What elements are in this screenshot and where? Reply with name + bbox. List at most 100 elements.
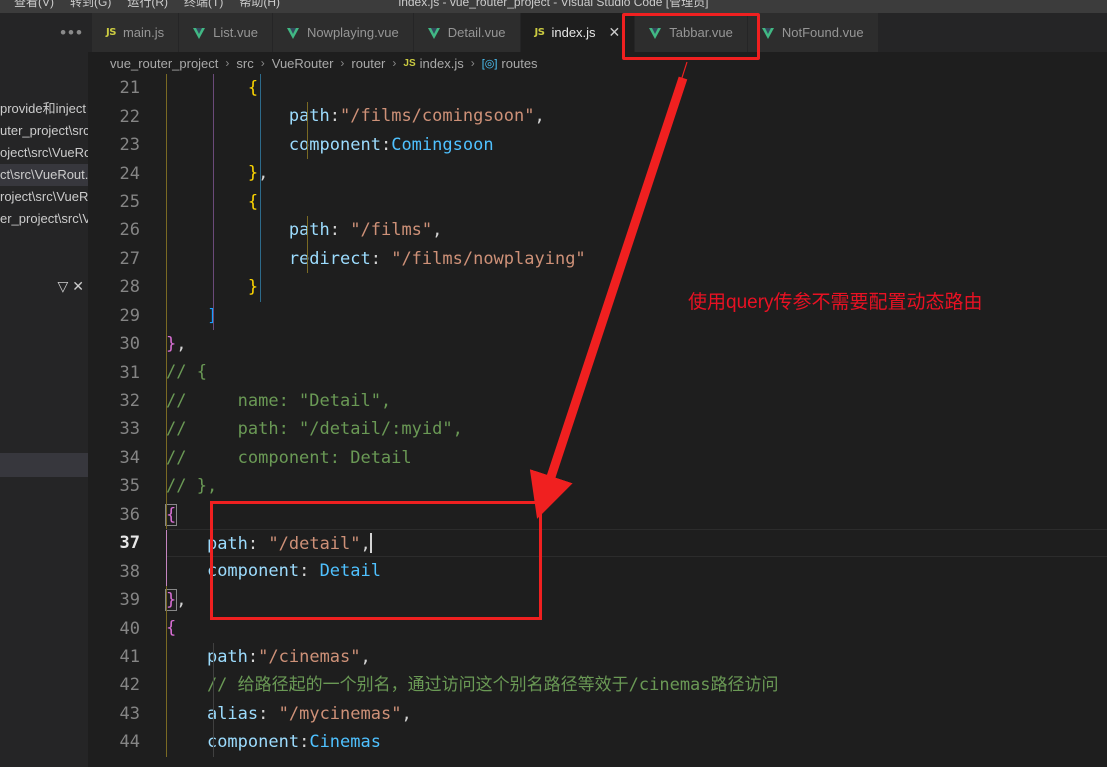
line-content[interactable]: component:Cinemas [166, 728, 1107, 757]
line-content[interactable]: // { [166, 358, 1107, 387]
tab-notfound-vue[interactable]: NotFound.vue [747, 13, 879, 52]
line-content[interactable]: }, [166, 159, 1107, 188]
code-line[interactable]: 24 }, [92, 159, 1107, 188]
code-line[interactable]: 28 } [92, 273, 1107, 302]
filter-icon[interactable]: ▽ [57, 279, 68, 293]
line-content[interactable]: { [166, 74, 1107, 103]
list-item[interactable]: roject\src\VueR... [0, 186, 92, 208]
breadcrumb-item-index-js[interactable]: index.js [420, 56, 464, 71]
code-line[interactable]: 31 // { [92, 358, 1107, 387]
line-content[interactable]: { [166, 614, 1107, 643]
code-line[interactable]: 21 { [92, 74, 1107, 103]
breadcrumb-item-routes[interactable]: routes [501, 56, 537, 71]
line-content[interactable]: // name: "Detail", [166, 386, 1107, 416]
list-item-selected[interactable]: ct\src\VueRout... [0, 164, 92, 186]
line-content[interactable]: // path: "/detail/:myid", [166, 415, 1107, 444]
breadcrumb-item-vuerouter[interactable]: VueRouter [272, 56, 334, 71]
menu-item-view[interactable]: 查看(V) [6, 0, 62, 13]
code-line[interactable]: 42 // 给路径起的一个别名，通过访问这个别名路径等效于/cinemas路径访… [92, 671, 1107, 700]
line-content[interactable]: { [166, 187, 1107, 217]
code-line[interactable]: 29 ] [92, 301, 1107, 330]
code-line[interactable]: 34 // component: Detail [92, 443, 1107, 473]
menu-item-run[interactable]: 运行(R) [119, 0, 176, 13]
code-line[interactable]: 26 path: "/films", [92, 216, 1107, 245]
code-line[interactable]: 36 { [92, 500, 1107, 529]
line-number: 36 [119, 504, 140, 525]
code-line[interactable]: 27 redirect: "/films/nowplaying" [92, 244, 1107, 274]
code-line[interactable]: 43 alias: "/mycinemas", [92, 699, 1107, 729]
code-line[interactable]: 23 component:Comingsoon [92, 130, 1107, 160]
code-line[interactable]: 40 { [92, 614, 1107, 643]
line-content[interactable]: alias: "/mycinemas", [166, 699, 1107, 729]
line-content[interactable]: { [164, 500, 1107, 529]
close-icon[interactable]: ✕ [609, 25, 621, 41]
tab-index-js[interactable]: JS index.js ✕ [520, 13, 636, 52]
line-content[interactable]: path:"/films/comingsoon", [166, 102, 1107, 131]
tab-main-js[interactable]: JS main.js [92, 13, 180, 52]
close-icon[interactable]: ✕ [72, 279, 84, 293]
tab-nowplaying-vue[interactable]: Nowplaying.vue [272, 13, 414, 52]
breadcrumb: vue_router_project › src › VueRouter › r… [92, 52, 1107, 74]
line-number: 35 [119, 476, 140, 497]
chevron-right-icon: › [470, 56, 475, 70]
line-content[interactable]: path: "/films", [166, 216, 1107, 245]
code-editor[interactable]: 21 { 22 path:"/films/comingsoon", 23 com… [92, 74, 1107, 767]
js-icon: JS [534, 27, 545, 38]
js-icon: JS [106, 27, 116, 38]
list-item[interactable]: uter_project\src... [0, 120, 92, 142]
breadcrumb-item-src[interactable]: src [236, 56, 253, 71]
code-line[interactable]: 39 }, [92, 585, 1107, 615]
vue-icon [649, 27, 662, 39]
code-line[interactable]: 33 // path: "/detail/:myid", [92, 415, 1107, 444]
text-cursor [369, 533, 372, 553]
menu-item-terminal[interactable]: 终端(T) [176, 0, 231, 13]
tab-tabbar-vue[interactable]: Tabbar.vue [635, 13, 748, 52]
comment: // { [166, 362, 207, 383]
code-line[interactable]: 30 }, [92, 329, 1107, 359]
js-icon: JS [403, 57, 416, 69]
code-line[interactable]: 41 path:"/cinemas", [92, 642, 1107, 672]
code-line[interactable]: 44 component:Cinemas [92, 728, 1107, 757]
tab-list-vue[interactable]: List.vue [179, 13, 273, 52]
line-content[interactable]: path:"/cinemas", [166, 642, 1107, 672]
line-number: 32 [119, 391, 140, 412]
tab-label: Nowplaying.vue [306, 25, 399, 40]
tab-label: main.js [122, 25, 165, 40]
code-line[interactable]: 22 path:"/films/comingsoon", [92, 102, 1107, 131]
brace-open: { [166, 618, 177, 639]
line-content[interactable]: // component: Detail [166, 443, 1107, 473]
line-number: 34 [119, 447, 140, 468]
line-content[interactable]: // }, [166, 472, 1107, 501]
line-content[interactable]: component: Detail [166, 557, 1107, 586]
line-number: 31 [119, 362, 140, 383]
line-content[interactable]: path: "/detail", [166, 529, 1107, 559]
list-item[interactable]: er_project\src\V... [0, 208, 92, 230]
line-number: 21 [119, 78, 140, 99]
code-line-current[interactable]: 37 path: "/detail", [92, 529, 1107, 559]
code-line[interactable]: 32 // name: "Detail", [92, 386, 1107, 416]
code-line[interactable]: 25 { [92, 187, 1107, 217]
menu-item-help[interactable]: 帮助(H) [231, 0, 288, 13]
list-item[interactable]: oject\src\VueRo... [0, 142, 92, 164]
line-content[interactable]: }, [164, 585, 1107, 615]
tab-overflow-icon[interactable]: ••• [52, 13, 92, 52]
line-content[interactable]: component:Comingsoon [166, 130, 1107, 160]
list-item[interactable]: provide和inject [0, 98, 92, 120]
menu-item-goto[interactable]: 转到(G) [62, 0, 119, 13]
code-line[interactable]: 38 component: Detail [92, 557, 1107, 586]
vue-icon [427, 27, 441, 39]
breadcrumb-item-router[interactable]: router [351, 56, 385, 71]
breadcrumb-item-project[interactable]: vue_router_project [110, 56, 218, 71]
line-content[interactable]: ] [166, 301, 1107, 330]
code-line[interactable]: 35 // }, [92, 472, 1107, 501]
line-number: 24 [119, 163, 140, 184]
line-content[interactable]: // 给路径起的一个别名，通过访问这个别名路径等效于/cinemas路径访问 [166, 671, 1107, 700]
search-results-list[interactable]: provide和inject uter_project\src... oject… [0, 98, 92, 230]
line-content[interactable]: redirect: "/films/nowplaying" [166, 244, 1107, 274]
tab-label: Detail.vue [447, 25, 506, 40]
symbol-variable-icon: [◎] [481, 57, 498, 70]
tab-detail-vue[interactable]: Detail.vue [413, 13, 521, 52]
line-number: 39 [119, 590, 140, 611]
line-content[interactable]: }, [166, 329, 1107, 359]
line-content[interactable]: } [166, 273, 1107, 302]
